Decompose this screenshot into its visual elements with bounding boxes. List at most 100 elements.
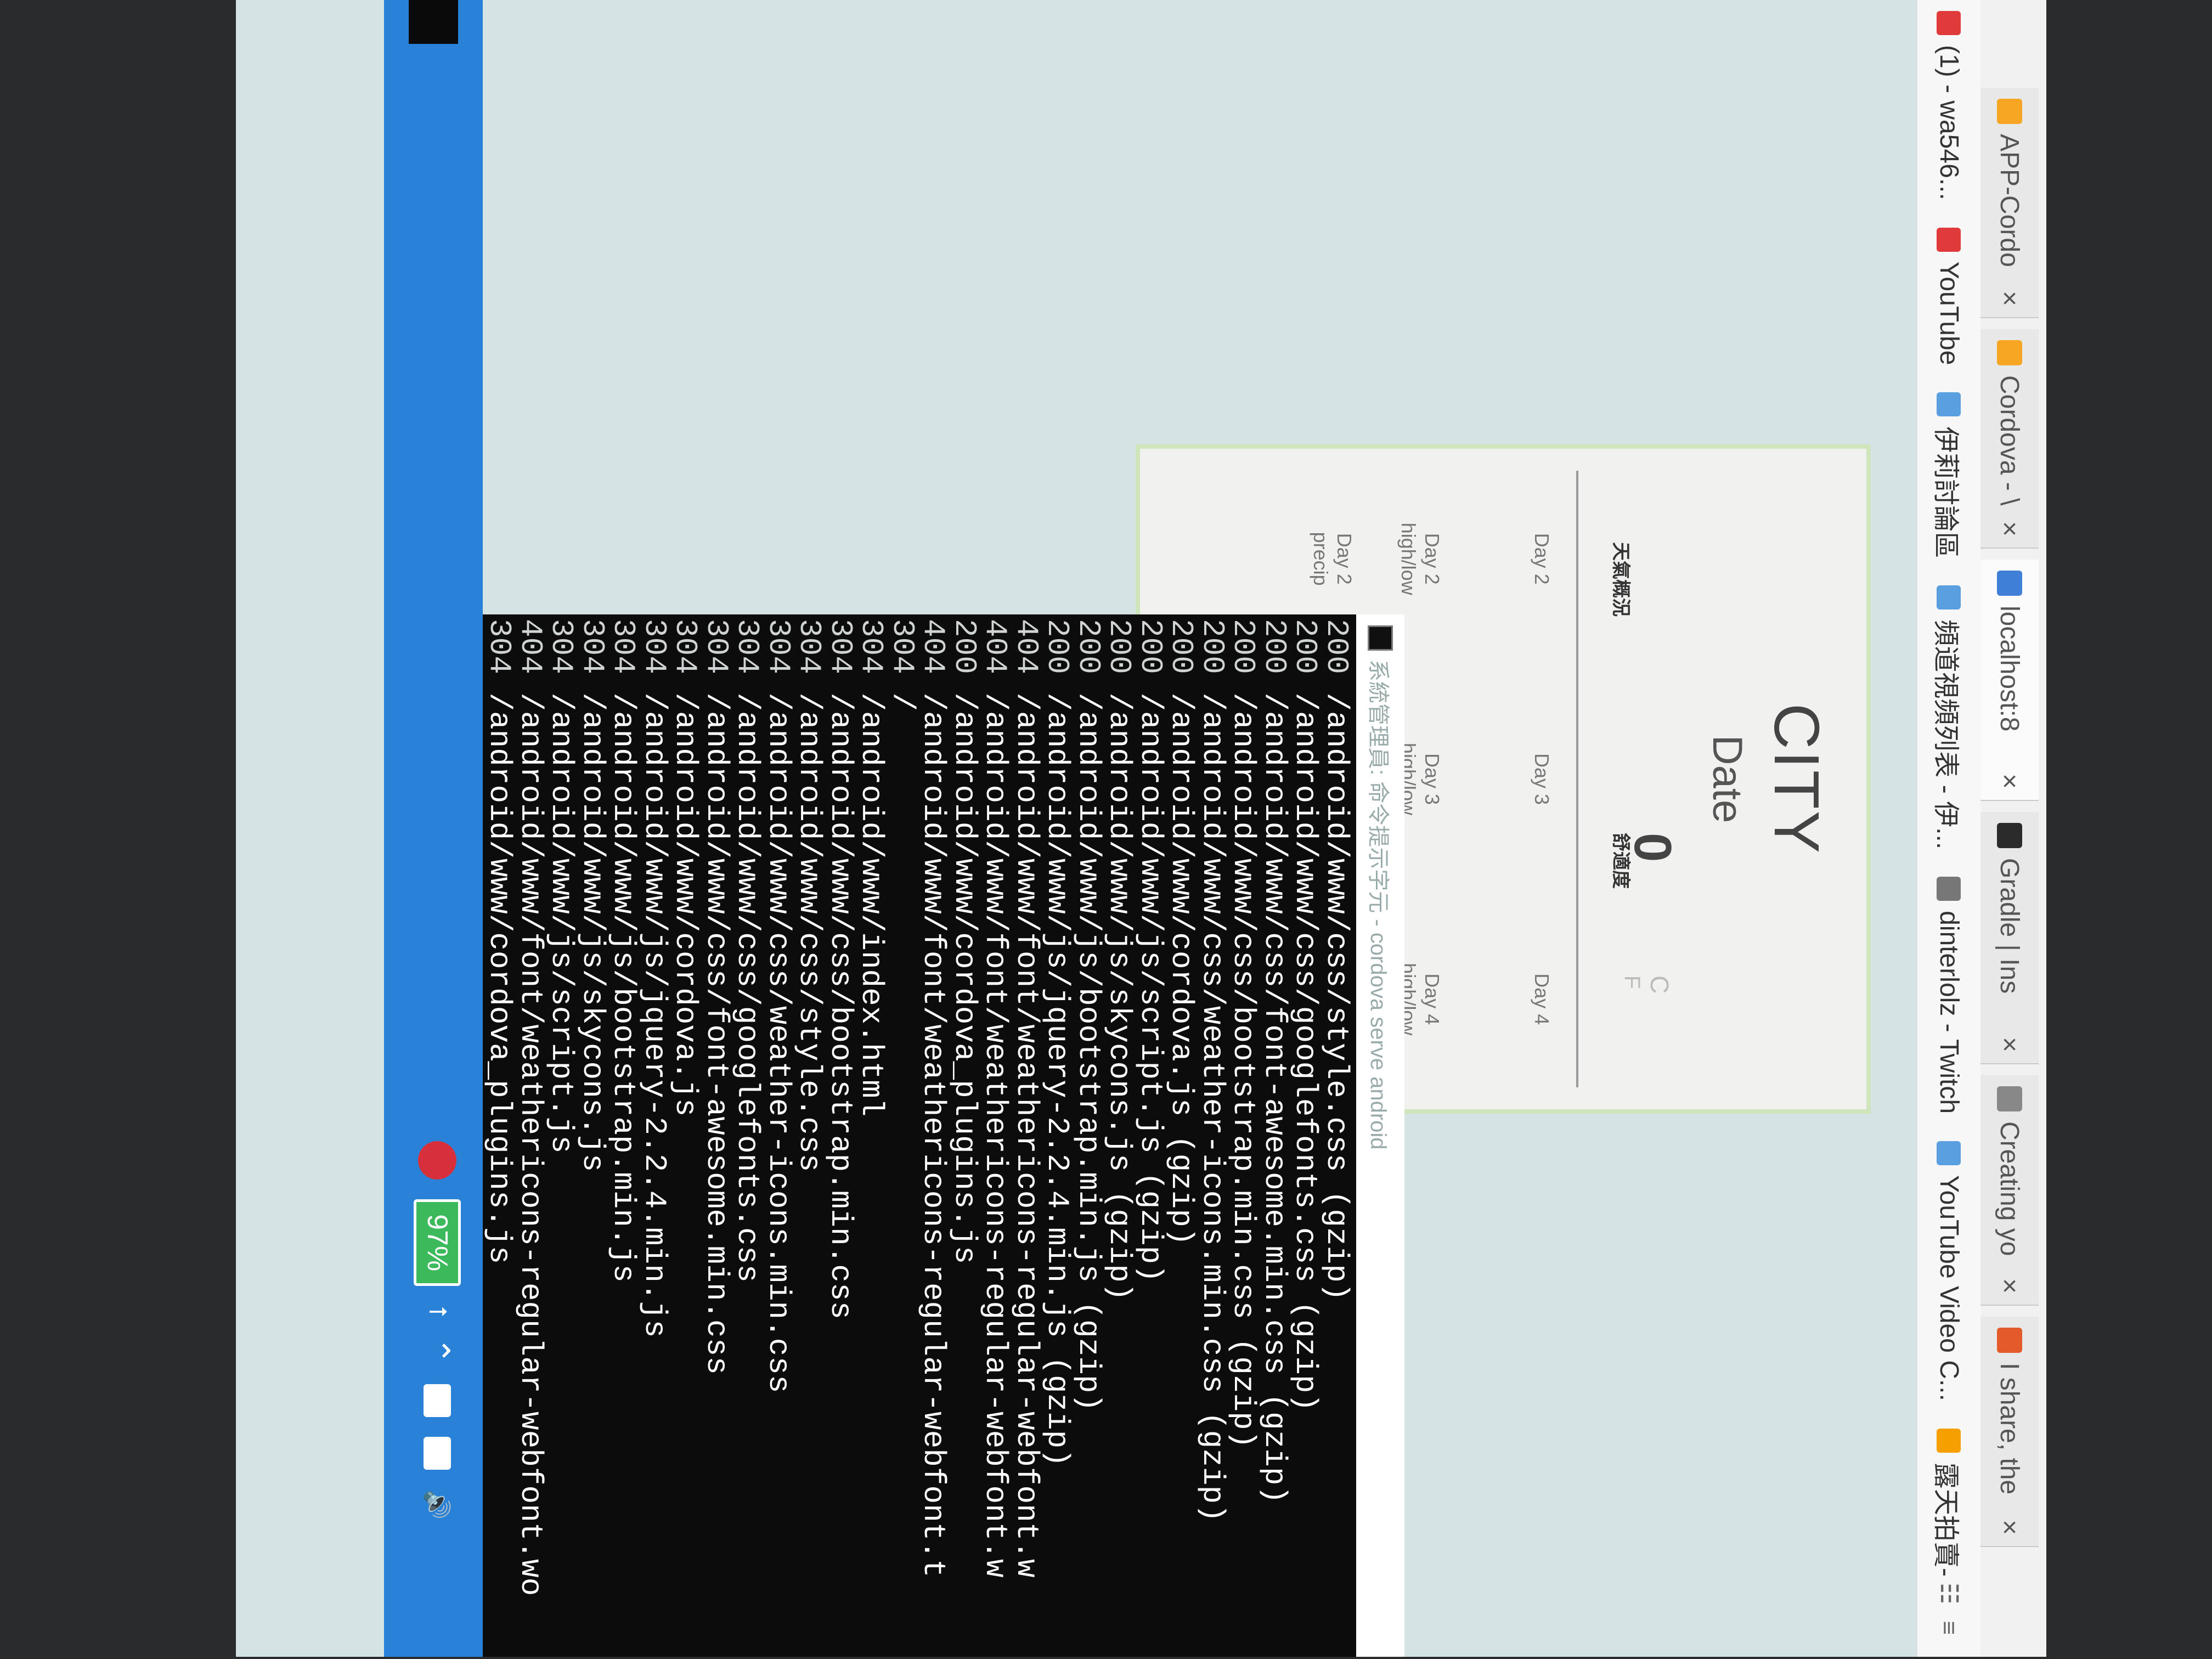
log-line: 304 /android/www/css/googlefonts.css <box>730 619 765 1652</box>
status-code: 304 <box>668 619 703 674</box>
bookmark-label: 頻道視頻列表 - 伊... <box>1931 619 1961 850</box>
request-path: /android/www/js/jquery-2.2.4.min.js (gzi… <box>1040 692 1075 1467</box>
bookmark-item[interactable]: YouTube <box>1934 227 1964 365</box>
forecast-highlow: Day 2 high/low <box>1397 522 1443 595</box>
tab-close-icon[interactable]: × <box>1995 774 2025 789</box>
terminal-title: 系統管理員: 命令提示字元 - cordova serve android <box>1366 659 1390 1150</box>
bookmark-favicon-icon <box>1937 11 1961 35</box>
status-code: 200 <box>1288 619 1323 674</box>
tab-title: APP-Cordo <box>1995 134 2024 267</box>
bookmark-favicon-icon <box>1937 877 1961 901</box>
status-code: 304 <box>823 619 858 674</box>
status-code: 404 <box>978 619 1013 674</box>
terminal-titlebar[interactable]: 系統管理員: 命令提示字元 - cordova serve android <box>1356 614 1404 1657</box>
status-code: 304 <box>792 619 827 674</box>
status-code: 200 <box>1195 619 1230 674</box>
forecast-day-label: Day 3 <box>1531 753 1553 805</box>
log-line: 304 /android/www/cordova.js <box>668 619 703 1652</box>
browser-tab[interactable]: I share, the × <box>1980 1317 2039 1547</box>
unit-fahrenheit-toggle[interactable]: F <box>1620 975 1644 989</box>
status-code: 200 <box>1040 619 1075 674</box>
monitor-screen: APP-Cordo × Cordova - \ × localhost:8 × Gradle… <box>236 0 2046 1657</box>
log-line: 304 /android/www/css/bootstrap.min.css <box>823 619 858 1652</box>
bookmark-label: (1) - wa546... <box>1934 45 1963 200</box>
bookmark-item[interactable]: YouTube Video C... <box>1934 1141 1964 1401</box>
usb-icon[interactable]: ⭡ <box>424 1306 451 1317</box>
windows-taskbar: 97% ⭡ ⌃ 🔊 <box>384 0 483 1657</box>
unit-celsius-toggle[interactable]: C <box>1645 975 1674 994</box>
status-code: 304 <box>637 619 672 674</box>
browser-tab[interactable]: Gradle | Ins × <box>1980 812 2039 1064</box>
favicon-icon <box>1997 340 2022 365</box>
bookmark-item[interactable]: dinterlolz - Twitch <box>1934 877 1964 1114</box>
bookmark-favicon-icon <box>1937 227 1961 252</box>
status-code: 200 <box>1133 619 1168 674</box>
weather-overview-label: 天氣概況 <box>1610 542 1631 617</box>
request-path: /android/www/css/googlefonts.css (gzip) <box>1288 692 1323 1412</box>
tab-close-icon[interactable]: × <box>1995 1520 2025 1535</box>
browser-tab[interactable]: Creating yo × <box>1980 1075 2039 1306</box>
request-path: /android/www/font/weathericons-regular-w… <box>978 692 1013 1578</box>
forecast-day-label: Day 2 <box>1531 533 1553 585</box>
battery-indicator[interactable]: 97% <box>414 1199 461 1286</box>
translate-icon[interactable]: ☷ <box>1935 1583 1963 1604</box>
tab-close-icon[interactable]: × <box>1995 1037 2025 1052</box>
app-tray-icon[interactable] <box>418 1141 456 1180</box>
tab-close-icon[interactable]: × <box>1995 1278 2025 1294</box>
toolbar-icons: ☷ ≡ <box>1917 1583 1980 1635</box>
bookmarks-bar: (1) - wa546... YouTube 伊莉討論區頻道視頻列表 - 伊... d… <box>1916 0 1980 1657</box>
tab-close-icon[interactable]: × <box>1995 521 2025 537</box>
bookmark-label: 伊莉討論區 <box>1931 426 1961 558</box>
forecast-day-label: Day 4 <box>1531 973 1553 1025</box>
request-path: /android/www/css/font-awesome.min.css (g… <box>1257 692 1292 1504</box>
volume-icon[interactable]: 🔊 <box>423 1489 452 1520</box>
chevron-up-icon[interactable]: ⌃ <box>418 1337 456 1364</box>
battery-icon[interactable] <box>424 1437 451 1470</box>
log-line: 404 /android/www/font/weathericons-regul… <box>1009 619 1044 1652</box>
bookmark-item[interactable]: (1) - wa546... <box>1934 11 1964 200</box>
request-path: /android/www/js/bootstrap.min.js (gzip) <box>1071 692 1106 1412</box>
start-button[interactable] <box>409 0 458 44</box>
log-line: 200 /android/www/js/bootstrap.min.js (gz… <box>1071 619 1106 1652</box>
browser-tab[interactable]: Cordova - \ × <box>1980 329 2039 549</box>
log-line: 404 /android/www/font/weathericons-regul… <box>916 619 951 1652</box>
browser-tab[interactable]: APP-Cordo × <box>1980 88 2039 318</box>
notification-icon[interactable] <box>424 1384 451 1418</box>
log-line: 200 /android/www/css/style.css (gzip) <box>1319 619 1354 1652</box>
request-path: /android/www/cordova_plugins.js <box>947 692 982 1265</box>
bookmark-item[interactable]: 露天拍賣- <box>1930 1428 1968 1577</box>
status-code: 304 <box>885 619 920 674</box>
request-path: /android/www/css/weather-icons.min.css <box>761 692 796 1393</box>
bookmark-item[interactable]: 伊莉討論區 <box>1930 392 1968 558</box>
request-path: /android/www/css/font-awesome.min.css <box>699 692 734 1375</box>
log-line: 200 /android/www/css/googlefonts.css (gz… <box>1288 619 1323 1652</box>
log-line: 404 /android/www/font/weathericons-regul… <box>978 619 1013 1652</box>
menu-icon[interactable]: ≡ <box>1936 1621 1963 1635</box>
status-code: 200 <box>1226 619 1261 674</box>
comfort-label: 舒適度 <box>1610 833 1631 889</box>
forecast-days-row: Day 2 Day 3 Day 4 <box>1530 449 1554 1109</box>
bookmark-item[interactable]: 頻道視頻列表 - 伊... <box>1930 585 1968 849</box>
command-prompt-window[interactable]: 系統管理員: 命令提示字元 - cordova serve android 20… <box>439 614 1404 1657</box>
status-code: 304 <box>575 619 610 674</box>
log-line: 304 /android/www/js/skycons.js <box>575 619 610 1652</box>
tab-close-icon[interactable]: × <box>1995 291 2025 306</box>
status-code: 404 <box>916 619 951 674</box>
request-path: /android/www/font/weathericons-regular-w… <box>916 692 951 1578</box>
browser-tab[interactable]: localhost:8 × <box>1980 560 2039 801</box>
log-line: 304 /android/www/js/script.js <box>544 619 579 1652</box>
request-path: /android/www/index.html <box>854 692 889 1117</box>
request-path: /android/www/js/bootstrap.min.js <box>606 692 641 1283</box>
bookmark-favicon-icon <box>1937 1141 1961 1166</box>
